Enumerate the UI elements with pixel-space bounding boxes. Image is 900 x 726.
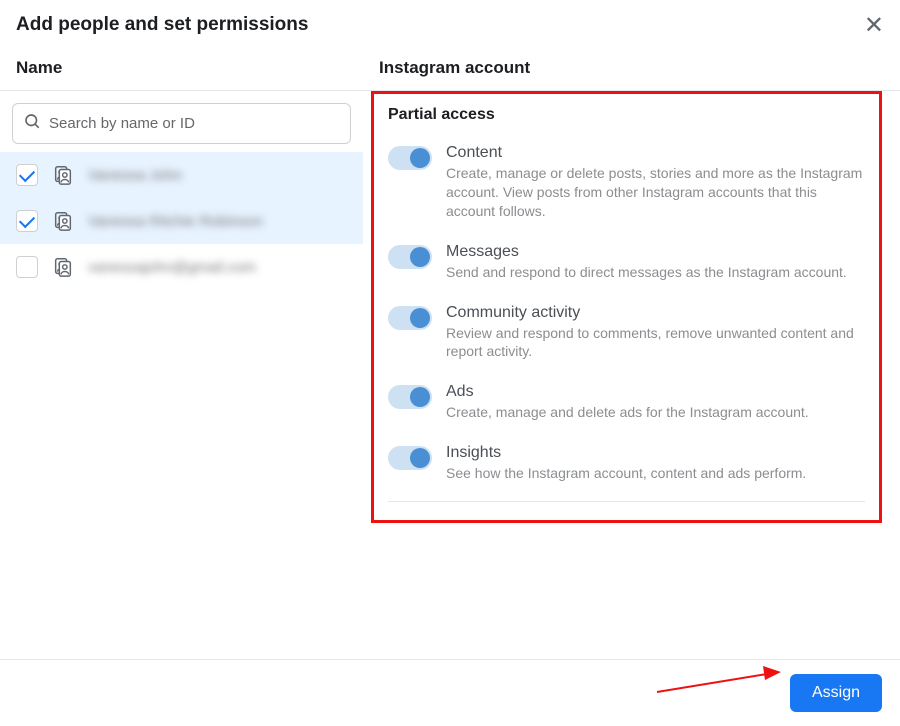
permission-title: Community activity bbox=[446, 304, 865, 322]
permission-desc: See how the Instagram account, content a… bbox=[446, 464, 865, 483]
permission-text: Insights See how the Instagram account, … bbox=[446, 444, 865, 483]
toggle-knob bbox=[410, 247, 430, 267]
person-row[interactable]: Vanessa Ritchie Robinson bbox=[0, 198, 363, 244]
checkbox[interactable] bbox=[16, 164, 38, 186]
section-title: Partial access bbox=[388, 106, 865, 124]
permissions-column: Instagram account Partial access Content… bbox=[363, 48, 900, 648]
permission-title: Insights bbox=[446, 444, 865, 462]
toggle-content[interactable] bbox=[388, 146, 432, 170]
toggle-community[interactable] bbox=[388, 306, 432, 330]
permissions-dialog: Add people and set permissions ✕ Name bbox=[0, 0, 900, 660]
toggle-knob bbox=[410, 448, 430, 468]
permission-desc: Review and respond to comments, remove u… bbox=[446, 324, 865, 362]
toggle-ads[interactable] bbox=[388, 385, 432, 409]
permission-row: Content Create, manage or delete posts, … bbox=[388, 136, 865, 235]
people-column: Name Vanessa John bbox=[0, 48, 363, 648]
permission-text: Content Create, manage or delete posts, … bbox=[446, 144, 865, 221]
person-name: Vanessa John bbox=[88, 167, 182, 184]
permission-row: Ads Create, manage and delete ads for th… bbox=[388, 375, 865, 436]
badge-icon bbox=[52, 164, 74, 186]
search-input[interactable] bbox=[49, 115, 340, 132]
search-wrap bbox=[0, 91, 363, 152]
permission-text: Messages Send and respond to direct mess… bbox=[446, 243, 865, 282]
dialog-title: Add people and set permissions bbox=[16, 14, 308, 36]
permissions-column-header: Instagram account bbox=[363, 48, 900, 91]
badge-icon bbox=[52, 256, 74, 278]
checkbox[interactable] bbox=[16, 256, 38, 278]
permission-title: Content bbox=[446, 144, 865, 162]
close-icon[interactable]: ✕ bbox=[864, 14, 884, 38]
toggle-knob bbox=[410, 148, 430, 168]
badge-icon bbox=[52, 210, 74, 232]
person-name: vanessajohn@gmail.com bbox=[88, 259, 256, 276]
dialog-footer: Assign bbox=[0, 660, 900, 726]
toggle-knob bbox=[410, 308, 430, 328]
people-list: Vanessa John Vanessa Ritchie Robinson va… bbox=[0, 152, 363, 290]
permission-desc: Create, manage and delete ads for the In… bbox=[446, 403, 865, 422]
permission-desc: Create, manage or delete posts, stories … bbox=[446, 164, 865, 221]
toggle-insights[interactable] bbox=[388, 446, 432, 470]
permission-title: Messages bbox=[446, 243, 865, 261]
people-column-heading: Name bbox=[16, 58, 347, 78]
toggle-knob bbox=[410, 387, 430, 407]
permission-row: Messages Send and respond to direct mess… bbox=[388, 235, 865, 296]
assign-button[interactable]: Assign bbox=[790, 674, 882, 712]
permission-title: Ads bbox=[446, 383, 865, 401]
checkbox[interactable] bbox=[16, 210, 38, 232]
permission-row: Insights See how the Instagram account, … bbox=[388, 436, 865, 502]
permissions-column-heading: Instagram account bbox=[379, 58, 884, 78]
person-name: Vanessa Ritchie Robinson bbox=[88, 213, 263, 230]
person-row[interactable]: vanessajohn@gmail.com bbox=[0, 244, 363, 290]
permission-desc: Send and respond to direct messages as t… bbox=[446, 263, 865, 282]
search-icon bbox=[23, 112, 41, 135]
people-column-header: Name bbox=[0, 48, 363, 91]
search-box[interactable] bbox=[12, 103, 351, 144]
person-row[interactable]: Vanessa John bbox=[0, 152, 363, 198]
toggle-messages[interactable] bbox=[388, 245, 432, 269]
permission-text: Ads Create, manage and delete ads for th… bbox=[446, 383, 865, 422]
permission-row: Community activity Review and respond to… bbox=[388, 296, 865, 376]
dialog-header: Add people and set permissions ✕ bbox=[0, 0, 900, 48]
highlight-box: Partial access Content Create, manage or… bbox=[371, 91, 882, 523]
permission-text: Community activity Review and respond to… bbox=[446, 304, 865, 362]
permissions-scroll[interactable]: Partial access Content Create, manage or… bbox=[363, 91, 900, 648]
dialog-columns: Name Vanessa John bbox=[0, 48, 900, 648]
